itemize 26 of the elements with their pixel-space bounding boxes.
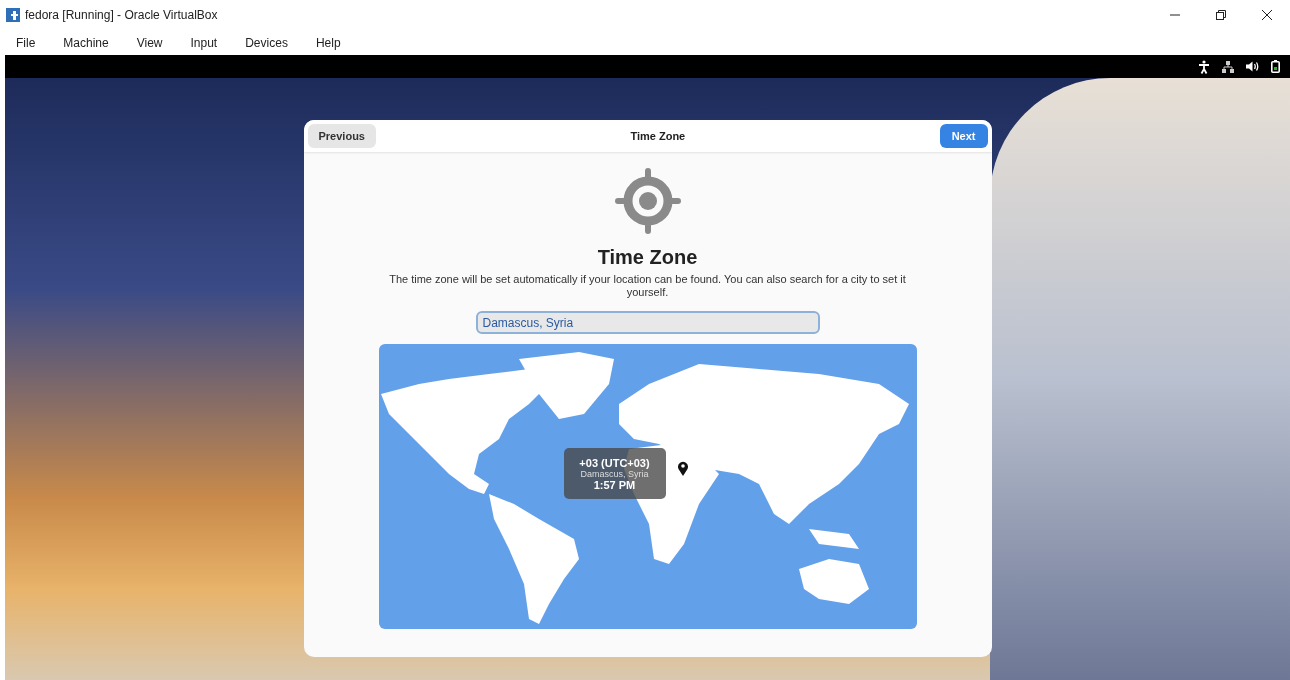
menu-item[interactable]: Help [307, 35, 353, 50]
next-button[interactable]: Next [939, 124, 988, 148]
app-icon [6, 8, 20, 22]
search-field[interactable]: Damascus, Syria [475, 311, 820, 334]
close-icon[interactable] [1262, 10, 1272, 20]
header-title: Time Zone [630, 130, 686, 142]
volume-icon[interactable] [1246, 61, 1259, 72]
restore-icon[interactable] [1216, 10, 1226, 20]
pin-icon [676, 461, 689, 476]
utc-offset: +03 (UTC+03) [579, 456, 650, 469]
menu-item[interactable]: View [128, 35, 175, 50]
city-name: Damascus, Syria [580, 468, 649, 479]
accessibility-icon[interactable] [1198, 59, 1210, 74]
description: The time zone will be set automatically if your location can be found. You can also search for a city to set it yourself. [388, 273, 907, 299]
menu-item[interactable]: Devices [237, 35, 300, 50]
network-icon[interactable] [1222, 60, 1234, 73]
menu-item[interactable]: Machine [55, 35, 121, 50]
previous-button[interactable]: Previous [307, 124, 376, 148]
local-time: 1:57 PM [593, 478, 636, 491]
page-heading: Time Zone [597, 246, 698, 269]
world-map[interactable]: +03 (UTC+03) Damascus, Syria 1:57 PM [378, 344, 917, 629]
battery-icon[interactable] [1271, 60, 1280, 73]
menu-item[interactable]: File [8, 35, 48, 50]
window-title: fedora [Running] - Oracle VirtualBox [25, 8, 218, 22]
location-target-icon [614, 168, 681, 234]
menu-item[interactable]: Input [182, 35, 230, 50]
